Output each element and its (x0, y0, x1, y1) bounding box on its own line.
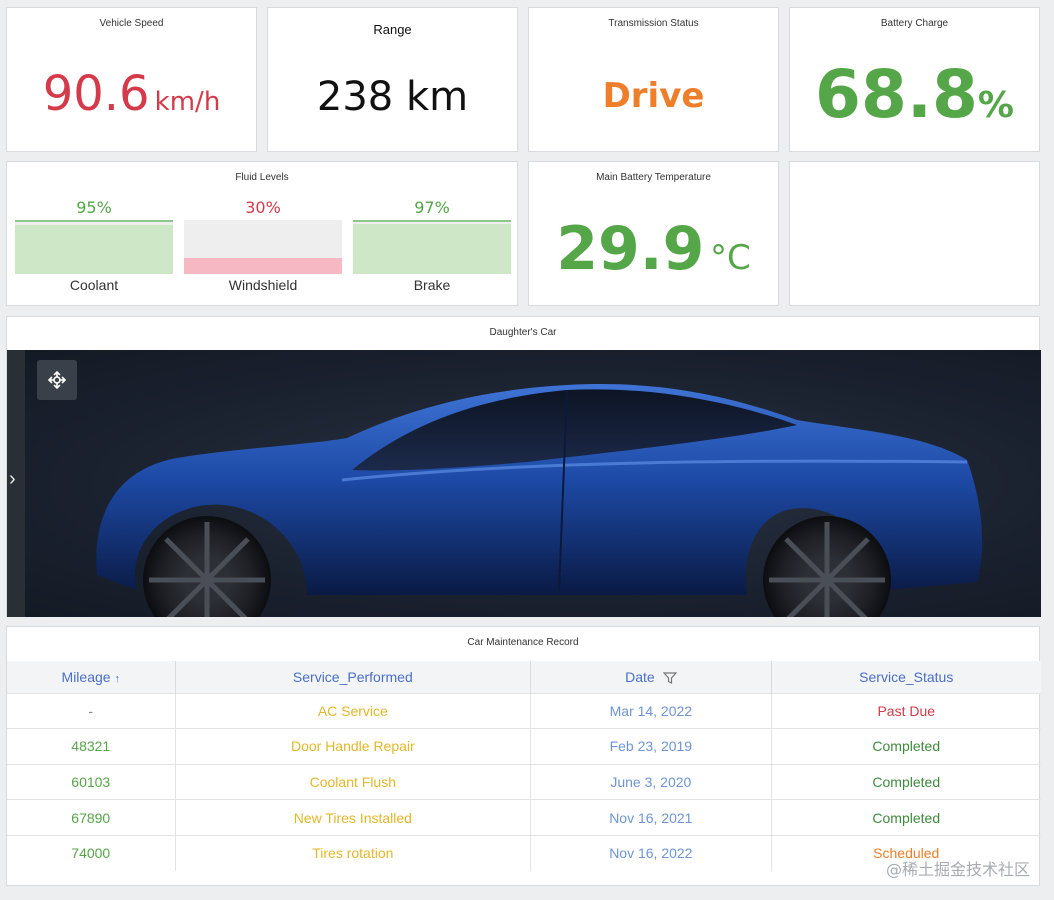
cell-status: Completed (771, 728, 1041, 765)
table-header-row: Mileage ↑ Service_Performed Date Service… (7, 661, 1041, 693)
vehicle-speed-panel: Vehicle Speed 90.6 km/h (6, 7, 257, 152)
fluid-label: Brake (413, 277, 451, 293)
battery-temperature-stat: 29.9 °C (529, 214, 778, 284)
empty-panel (789, 161, 1040, 306)
transmission-value: Drive (602, 76, 705, 116)
fluid-bar-track (15, 220, 173, 274)
cell-service: Coolant Flush (175, 763, 532, 800)
cell-date: June 3, 2020 (530, 763, 772, 800)
battery-temperature-value: 29.9 (556, 214, 705, 284)
range-panel: Range 238 km (267, 7, 518, 152)
cell-service: AC Service (175, 692, 532, 729)
column-header-label: Mileage (61, 668, 111, 685)
cell-status: Past Due (771, 692, 1041, 729)
cell-status: Completed (771, 763, 1041, 800)
fluid-gauge-brake: 97% Brake (353, 198, 511, 293)
fluid-bar-fill (353, 223, 511, 274)
battery-temperature-title: Main Battery Temperature (596, 172, 711, 183)
cell-mileage: 74000 (7, 834, 176, 871)
column-header-label: Service_Status (859, 668, 954, 685)
fluid-percent: 30% (245, 198, 281, 217)
maintenance-title: Car Maintenance Record (467, 637, 579, 648)
watermark: @稀土掘金技术社区 (885, 860, 1030, 879)
column-header-mileage[interactable]: Mileage ↑ (7, 661, 176, 693)
battery-charge-title: Battery Charge (880, 18, 949, 29)
cell-mileage: 60103 (7, 763, 176, 800)
fluid-levels-title: Fluid Levels (235, 172, 289, 183)
range-title: Range (373, 22, 412, 37)
column-header-date[interactable]: Date (530, 661, 772, 693)
transmission-title: Transmission Status (608, 18, 699, 29)
cell-date: Feb 23, 2019 (530, 728, 772, 765)
sort-ascending-icon[interactable]: ↑ (114, 673, 120, 685)
table-row[interactable]: 60103 Coolant Flush June 3, 2020 Complet… (7, 763, 1041, 800)
battery-charge-stat: 68.8% (790, 56, 1039, 133)
maintenance-table: Mileage ↑ Service_Performed Date Service… (7, 661, 1041, 871)
vehicle-speed-title: Vehicle Speed (99, 18, 164, 29)
cell-mileage: - (7, 692, 176, 729)
transmission-panel: Transmission Status Drive (528, 7, 779, 152)
vehicle-speed-value: 90.6 (42, 66, 150, 122)
maintenance-panel: Car Maintenance Record Mileage ↑ Service… (6, 626, 1041, 886)
cell-service: Door Handle Repair (175, 728, 532, 765)
fluid-bar-track (353, 220, 511, 274)
fluid-bar-fill (15, 224, 173, 274)
cell-service: New Tires Installed (175, 799, 532, 836)
fluid-bar-track (184, 220, 342, 274)
fluid-label: Coolant (69, 277, 119, 293)
fluid-gauge-windshield: 30% Windshield (184, 198, 342, 293)
battery-charge-value: 68.8 (815, 56, 978, 133)
fluid-label: Windshield (228, 277, 298, 293)
car-panel: Daughter's Car › (6, 316, 1041, 617)
fluid-gauge-coolant: 95% Coolant (15, 198, 173, 293)
column-header-label: Service_Performed (292, 668, 413, 685)
vehicle-speed-stat: 90.6 km/h (7, 66, 256, 122)
cell-service: Tires rotation (175, 834, 532, 871)
battery-temperature-panel: Main Battery Temperature 29.9 °C (528, 161, 779, 306)
fluid-percent: 95% (76, 198, 112, 217)
filter-icon[interactable] (662, 672, 677, 685)
range-value: 238 km (316, 74, 469, 120)
car-panel-title: Daughter's Car (489, 327, 557, 338)
battery-charge-unit: % (977, 85, 1014, 126)
table-row[interactable]: 67890 New Tires Installed Nov 16, 2021 C… (7, 799, 1041, 836)
cell-mileage: 67890 (7, 799, 176, 836)
cell-mileage: 48321 (7, 728, 176, 765)
table-row[interactable]: - AC Service Mar 14, 2022 Past Due (7, 692, 1041, 729)
cell-date: Mar 14, 2022 (530, 692, 772, 729)
fluid-bar-fill (184, 258, 342, 274)
battery-temperature-unit: °C (709, 238, 751, 278)
column-header-service[interactable]: Service_Performed (175, 661, 532, 693)
vehicle-speed-unit: km/h (154, 87, 221, 117)
cell-status: Completed (771, 799, 1041, 836)
column-header-label: Date (625, 668, 655, 685)
battery-charge-panel: Battery Charge 68.8% (789, 7, 1040, 152)
cell-date: Nov 16, 2021 (530, 799, 772, 836)
car-image (96, 384, 983, 617)
column-header-status[interactable]: Service_Status (771, 661, 1041, 693)
table-row[interactable]: 48321 Door Handle Repair Feb 23, 2019 Co… (7, 728, 1041, 765)
maintenance-table-body: - AC Service Mar 14, 2022 Past Due 48321… (7, 692, 1041, 871)
fluid-percent: 97% (414, 198, 450, 217)
fluid-levels-panel: Fluid Levels 95% Coolant 30% Windshield … (6, 161, 518, 306)
car-3d-viewer[interactable]: › (7, 350, 1041, 617)
cell-date: Nov 16, 2022 (530, 834, 772, 871)
